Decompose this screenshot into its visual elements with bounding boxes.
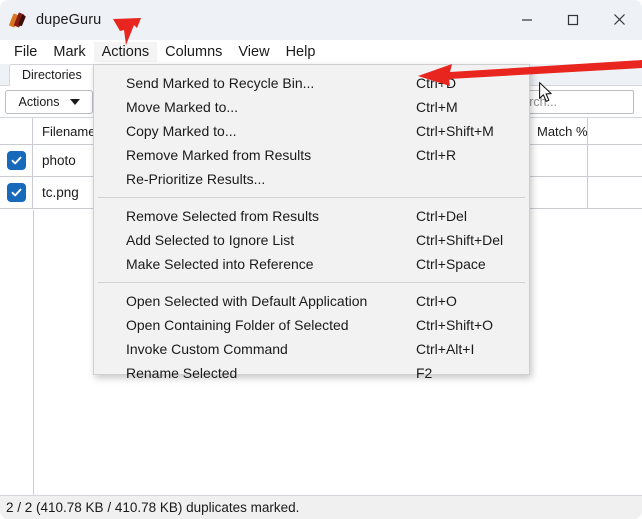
menu-bar: File Mark Actions Columns View Help [0, 40, 642, 64]
menu-item-move-marked-to[interactable]: Move Marked to... Ctrl+M [94, 95, 529, 119]
menu-item-label: Open Selected with Default Application [126, 293, 368, 309]
menu-item-shortcut: Ctrl+Alt+I [416, 341, 475, 357]
menu-separator [98, 282, 525, 283]
column-header-filler [588, 118, 642, 145]
menu-item-invoke-custom-command[interactable]: Invoke Custom Command Ctrl+Alt+I [94, 337, 529, 361]
menu-item-shortcut: Ctrl+R [416, 147, 457, 163]
menu-item-shortcut: Ctrl+Del [416, 208, 467, 224]
menu-item-send-marked-to-recycle-bin[interactable]: Send Marked to Recycle Bin... Ctrl+D [94, 71, 529, 95]
actions-dropdown-menu: Send Marked to Recycle Bin... Ctrl+D Mov… [93, 64, 530, 381]
tab-directories[interactable]: Directories [9, 64, 95, 86]
checkbox-checked-icon [6, 151, 26, 170]
menu-item-shortcut: Ctrl+M [416, 99, 458, 115]
menu-item-label: Re-Prioritize Results... [126, 171, 266, 187]
chevron-down-icon [69, 99, 80, 105]
window-controls [504, 0, 642, 40]
column-header-match[interactable]: Match % [528, 118, 588, 145]
menu-item-copy-marked-to[interactable]: Copy Marked to... Ctrl+Shift+M [94, 119, 529, 143]
menu-columns[interactable]: Columns [157, 42, 230, 62]
row-filler [588, 145, 642, 176]
menu-item-rename-selected[interactable]: Rename Selected F2 [94, 361, 529, 385]
menu-item-remove-selected-from-results[interactable]: Remove Selected from Results Ctrl+Del [94, 204, 529, 228]
row-match [528, 145, 588, 176]
row-filler [588, 177, 642, 208]
menu-item-label: Move Marked to... [126, 99, 239, 115]
menu-item-label: Copy Marked to... [126, 123, 237, 139]
dupeguru-window: dupeGuru File Mark Actions Columns View … [0, 0, 642, 519]
menu-item-shortcut: Ctrl+Shift+M [416, 123, 494, 139]
menu-item-label: Remove Marked from Results [126, 147, 312, 163]
menu-item-shortcut: Ctrl+O [416, 293, 457, 309]
menu-item-label: Send Marked to Recycle Bin... [126, 75, 315, 91]
menu-item-label: Rename Selected [126, 365, 238, 381]
close-icon [613, 14, 625, 25]
menu-item-shortcut: Ctrl+Shift+O [416, 317, 494, 333]
row-checkbox[interactable] [0, 145, 33, 176]
menu-item-label: Add Selected to Ignore List [126, 232, 295, 248]
menu-separator [98, 197, 525, 198]
row-match [528, 177, 588, 208]
menu-item-shortcut: Ctrl+Space [416, 256, 486, 272]
checkbox-checked-icon [6, 183, 26, 202]
menu-item-label: Remove Selected from Results [126, 208, 319, 224]
maximize-icon [567, 14, 579, 25]
status-text: 2 / 2 (410.78 KB / 410.78 KB) duplicates… [6, 500, 300, 515]
close-button[interactable] [596, 0, 642, 40]
menu-item-shortcut: Ctrl+Shift+Del [416, 232, 504, 248]
window-title: dupeGuru [36, 11, 102, 28]
maximize-button[interactable] [550, 0, 596, 40]
status-bar: 2 / 2 (410.78 KB / 410.78 KB) duplicates… [0, 495, 642, 519]
menu-item-label: Invoke Custom Command [126, 341, 288, 357]
menu-item-label: Make Selected into Reference [126, 256, 314, 272]
menu-item-remove-marked-from-results[interactable]: Remove Marked from Results Ctrl+R [94, 143, 529, 167]
actions-dropdown-button[interactable]: Actions [5, 90, 93, 114]
menu-item-add-selected-to-ignore-list[interactable]: Add Selected to Ignore List Ctrl+Shift+D… [94, 228, 529, 252]
minimize-button[interactable] [504, 0, 550, 40]
menu-item-make-selected-into-reference[interactable]: Make Selected into Reference Ctrl+Space [94, 252, 529, 276]
dupeguru-logo-icon [8, 11, 27, 29]
menu-item-re-prioritize-results[interactable]: Re-Prioritize Results... [94, 167, 529, 191]
menu-file[interactable]: File [6, 42, 45, 62]
menu-item-shortcut: Ctrl+D [416, 75, 457, 91]
menu-actions[interactable]: Actions [93, 42, 158, 62]
actions-dropdown-label: Actions [18, 95, 60, 109]
menu-help[interactable]: Help [278, 42, 324, 62]
menu-item-open-selected-with-default-application[interactable]: Open Selected with Default Application C… [94, 289, 529, 313]
menu-view[interactable]: View [230, 42, 277, 62]
title-bar: dupeGuru [0, 0, 642, 40]
row-checkbox[interactable] [0, 177, 33, 208]
menu-mark[interactable]: Mark [45, 42, 93, 62]
minimize-icon [522, 18, 532, 21]
column-header-checkbox [0, 118, 33, 145]
menu-item-open-containing-folder-of-selected[interactable]: Open Containing Folder of Selected Ctrl+… [94, 313, 529, 337]
mouse-cursor [539, 82, 554, 109]
menu-item-label: Open Containing Folder of Selected [126, 317, 349, 333]
menu-item-shortcut: F2 [416, 365, 433, 381]
